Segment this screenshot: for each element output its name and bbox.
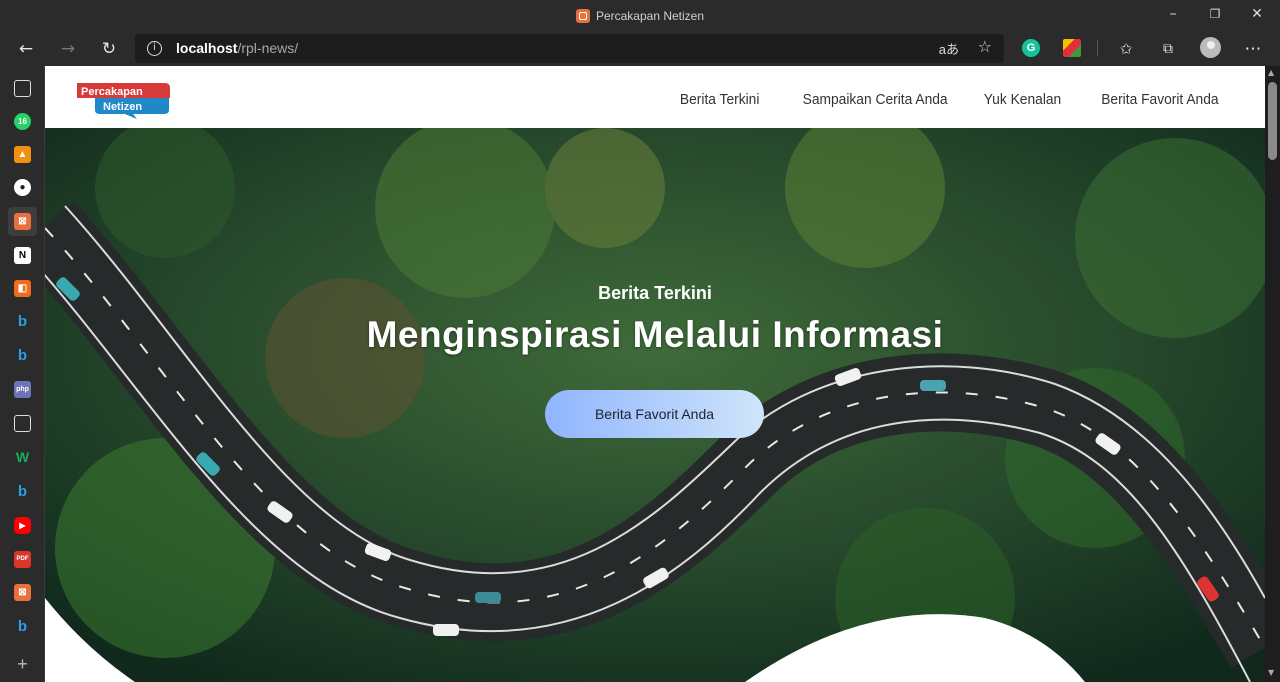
orange-app-icon[interactable]: ◧	[14, 280, 31, 297]
menu-berita-terkini[interactable]: Berita Terkini	[680, 91, 760, 108]
github-icon[interactable]: ●	[14, 179, 31, 196]
document-icon[interactable]	[14, 415, 31, 432]
whatsapp-badge: 16	[18, 117, 27, 126]
grammarly-icon[interactable]: G	[1022, 39, 1040, 57]
bing-icon[interactable]: b	[14, 618, 31, 635]
hero-headline: Menginspirasi Melalui Informasi	[366, 314, 944, 355]
add-icon[interactable]: +	[14, 655, 31, 673]
whatsapp-icon[interactable]: 16	[14, 113, 31, 130]
browser-toolbar: ← → ↻ i localhost/rpl-news/ aあ ☆ G ✩ ⧉ ⋯	[0, 32, 1280, 66]
minimize-icon[interactable]: –	[1150, 0, 1196, 30]
pdf-icon[interactable]: PDF	[14, 551, 31, 568]
xampp-icon	[575, 9, 590, 23]
page-scrollbar[interactable]: ▲ ▼	[1265, 66, 1280, 682]
page-viewport: Percakapan Netizen Berita Terkini Sampai…	[45, 66, 1265, 682]
xampp-icon[interactable]: ⊠	[14, 584, 31, 601]
url-text[interactable]: localhost/rpl-news/	[176, 40, 298, 56]
forward-icon[interactable]: →	[54, 36, 82, 62]
site-navbar: Percakapan Netizen Berita Terkini Sampai…	[45, 66, 1265, 128]
bing-icon[interactable]: b	[14, 483, 31, 500]
w-icon[interactable]: W	[14, 449, 31, 466]
window-title-text: Percakapan Netizen	[595, 9, 705, 23]
window-titlebar: Percakapan Netizen – ❐ ✕	[0, 0, 1280, 32]
bing-icon[interactable]: b	[14, 347, 31, 364]
edge-sidebar: 16 ▲ ● ⊠ N ◧ b b php W b ▶ PDF ⊠ b +	[0, 66, 45, 682]
refresh-icon[interactable]: ↻	[95, 36, 123, 62]
berita-favorit-button[interactable]: Berita Favorit Anda	[545, 390, 764, 438]
logo-line1: Percakapan	[81, 86, 143, 98]
more-menu-icon[interactable]: ⋯	[1239, 36, 1267, 62]
favorites-icon[interactable]: ✩	[1112, 36, 1140, 62]
menu-yuk-kenalan[interactable]: Yuk Kenalan	[984, 91, 1062, 108]
close-icon[interactable]: ✕	[1234, 0, 1280, 30]
hero-section: Berita Terkini Menginspirasi Melalui Inf…	[45, 128, 1265, 682]
xampp-icon: ⊠	[14, 213, 31, 230]
url-path: /rpl-news/	[237, 40, 299, 56]
logo-line2: Netizen	[103, 101, 142, 113]
url-host: localhost	[176, 40, 238, 56]
collections-icon[interactable]: ⧉	[1154, 36, 1182, 62]
notion-icon[interactable]: N	[14, 247, 31, 264]
menu-berita-favorit[interactable]: Berita Favorit Anda	[1102, 91, 1219, 108]
restore-icon[interactable]: ❐	[1192, 0, 1238, 30]
colorful-extension-icon[interactable]	[1063, 39, 1081, 57]
site-logo[interactable]: Percakapan Netizen	[73, 79, 173, 119]
address-bar[interactable]: i localhost/rpl-news/ aあ ☆	[135, 34, 1004, 63]
sidebar-active-item[interactable]: ⊠	[8, 207, 37, 236]
tabs-icon[interactable]	[14, 80, 31, 97]
main-menu: Berita Terkini Sampaikan Cerita Anda Yuk…	[673, 91, 1219, 108]
orange-app-icon[interactable]: ▲	[14, 146, 31, 163]
read-aloud-icon[interactable]: aあ	[939, 39, 959, 58]
window-title: Percakapan Netizen	[0, 9, 1280, 23]
back-icon[interactable]: ←	[12, 36, 40, 62]
profile-avatar[interactable]	[1200, 37, 1221, 58]
youtube-icon[interactable]: ▶	[14, 517, 31, 534]
scroll-down-icon[interactable]: ▼	[1268, 668, 1274, 677]
php-icon[interactable]: php	[14, 381, 31, 398]
bing-icon[interactable]: b	[14, 313, 31, 330]
scroll-up-icon[interactable]: ▲	[1268, 68, 1274, 77]
menu-sampaikan-cerita[interactable]: Sampaikan Cerita Anda	[802, 91, 947, 108]
toolbar-divider	[1097, 40, 1098, 56]
site-info-icon[interactable]: i	[147, 41, 162, 56]
add-favorite-icon[interactable]: ☆	[978, 37, 992, 56]
scrollbar-thumb[interactable]	[1268, 82, 1277, 160]
hero-kicker: Berita Terkini	[598, 283, 712, 303]
